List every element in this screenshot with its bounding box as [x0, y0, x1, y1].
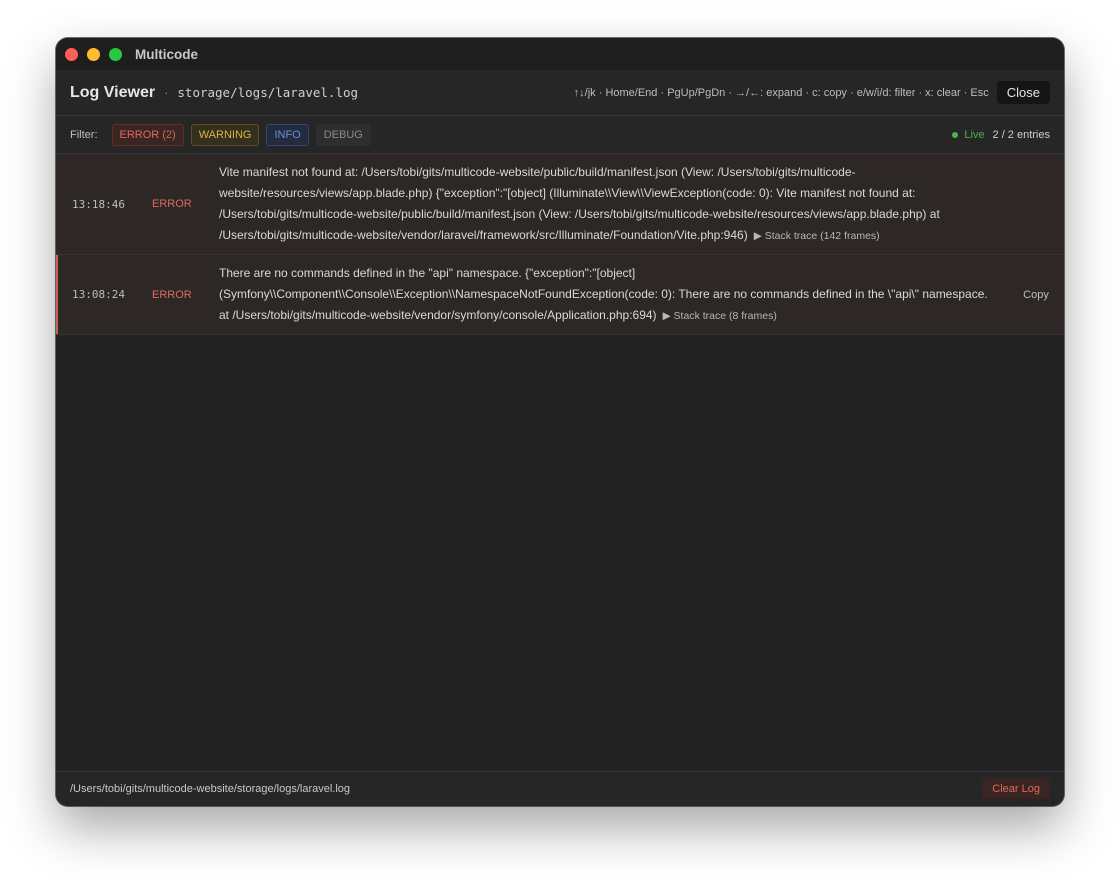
log-entry-row[interactable]: 13:18:46 ERROR Vite manifest not found a… — [56, 154, 1064, 255]
clear-log-button[interactable]: Clear Log — [982, 779, 1050, 799]
filter-debug-chip[interactable]: DEBUG — [315, 123, 371, 146]
log-list: 13:18:46 ERROR Vite manifest not found a… — [56, 154, 1064, 771]
filter-error-count: (2) — [162, 128, 176, 141]
footer-log-path: /Users/tobi/gits/multicode-website/stora… — [70, 783, 351, 795]
live-status-label: Live — [964, 128, 985, 141]
title-separator: · — [164, 85, 169, 100]
log-entry-message: Vite manifest not found at: /Users/tobi/… — [219, 154, 1008, 254]
stack-trace-toggle[interactable]: ▶ Stack trace (142 frames) — [754, 230, 880, 242]
log-entry-row-selected[interactable]: 13:08:24 ERROR There are no commands def… — [56, 255, 1064, 335]
app-title: Multicode — [135, 46, 198, 62]
close-button[interactable]: Close — [996, 81, 1050, 104]
filter-bar: Filter: ERROR (2) WARNING INFO DEBUG Live… — [56, 116, 1064, 154]
title-bar: Multicode — [56, 38, 1064, 70]
stack-trace-toggle[interactable]: ▶ Stack trace (8 frames) — [663, 310, 777, 322]
log-entry-message-text: There are no commands defined in the "ap… — [219, 266, 988, 322]
log-file-path: storage/logs/laravel.log — [177, 85, 359, 100]
filter-info-chip[interactable]: INFO — [266, 123, 309, 146]
log-entry-time: 13:08:24 — [72, 288, 125, 301]
entry-count: 2 / 2 entries — [992, 128, 1050, 141]
footer-bar: /Users/tobi/gits/multicode-website/stora… — [56, 771, 1064, 806]
maximize-window-button[interactable] — [109, 47, 122, 61]
filter-error-label: ERROR — [119, 128, 160, 141]
app-window: Multicode Log Viewer · storage/logs/lara… — [56, 38, 1064, 806]
filter-error-chip[interactable]: ERROR (2) — [111, 123, 184, 146]
log-entry-level: ERROR — [152, 288, 192, 301]
log-entry-time: 13:18:46 — [72, 197, 125, 211]
log-viewer-header: Log Viewer · storage/logs/laravel.log ↑↓… — [56, 70, 1064, 116]
log-entry-message: There are no commands defined in the "ap… — [219, 255, 1008, 334]
keyboard-shortcuts-hint: ↑↓/jk · Home/End · PgUp/PgDn · →/←: expa… — [573, 86, 989, 99]
filter-warning-chip[interactable]: WARNING — [190, 123, 260, 146]
minimize-window-button[interactable] — [87, 47, 100, 61]
filter-label: Filter: — [70, 128, 98, 141]
copy-entry-button[interactable]: Copy — [1008, 289, 1064, 301]
log-entry-level: ERROR — [152, 198, 192, 210]
page-title: Log Viewer — [70, 83, 156, 101]
live-status-dot-icon — [952, 131, 959, 138]
close-window-button[interactable] — [65, 47, 78, 61]
